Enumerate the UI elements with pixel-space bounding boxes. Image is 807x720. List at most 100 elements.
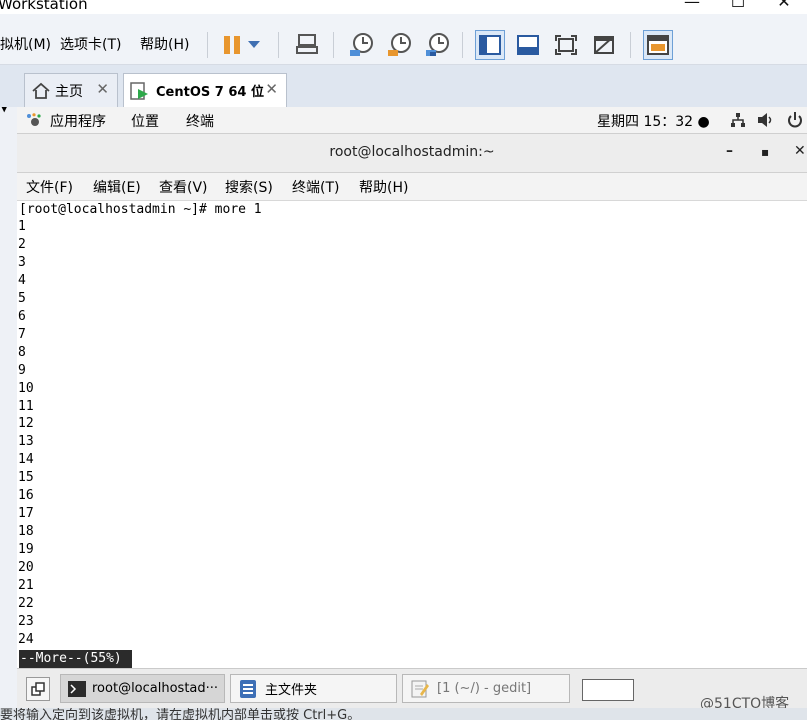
output-line: 24 — [18, 631, 34, 647]
output-line: 1 — [18, 219, 26, 234]
console-view-button[interactable] — [643, 30, 673, 60]
menu-search[interactable]: 搜索(S) — [225, 177, 273, 197]
places-menu[interactable]: 位置 — [131, 111, 159, 131]
minimize-button[interactable]: — — [669, 0, 715, 14]
snapshot-take-button[interactable] — [346, 30, 376, 60]
shell-prompt: [root@localhostadmin ~]# more 1 — [19, 202, 262, 217]
output-line: 5 — [18, 290, 26, 306]
output-line: 3 — [18, 254, 26, 270]
close-button[interactable]: ✕ — [761, 0, 807, 14]
output-line: 21 — [18, 578, 34, 594]
output-line: 13 — [18, 434, 34, 450]
toolbar-divider — [333, 32, 334, 58]
volume-icon[interactable] — [757, 112, 775, 128]
power-icon[interactable] — [787, 111, 803, 129]
more-status-bar: --More--(55%) — [19, 650, 132, 668]
taskbar-label: 主文件夹 — [265, 683, 318, 698]
toolbar-divider — [462, 32, 463, 58]
menu-file[interactable]: 文件(F) — [26, 177, 73, 197]
tab-home[interactable]: 主页 ✕ — [24, 73, 118, 107]
show-library-button[interactable] — [475, 30, 505, 60]
taskbar-item-terminal[interactable]: root@localhostad··· — [60, 674, 225, 703]
output-line: 9 — [18, 362, 26, 378]
taskbar-item-home-folder[interactable]: 主文件夹 — [230, 674, 397, 703]
workspace-switcher[interactable] — [582, 679, 634, 701]
fullscreen-icon — [555, 35, 577, 55]
applications-menu[interactable]: 应用程序 — [50, 111, 106, 131]
pause-dropdown[interactable] — [244, 30, 264, 60]
menu-vm[interactable]: 虚拟机(M) — [0, 34, 51, 54]
close-icon[interactable]: ✕ — [265, 80, 278, 98]
menu-view[interactable]: 查看(V) — [159, 177, 208, 197]
tab-centos[interactable]: CentOS 7 64 位 ✕ — [123, 73, 287, 107]
output-line: 17 — [18, 506, 34, 522]
menu-edit[interactable]: 编辑(E) — [93, 177, 141, 197]
unity-button[interactable] — [589, 30, 619, 60]
file-manager-icon — [240, 679, 256, 698]
status-hint: 要将输入定向到该虚拟机，请在虚拟机内部单击或按 Ctrl+G。 — [0, 708, 361, 720]
vmware-title-bar: Workstation — ☐ ✕ — [0, 0, 807, 14]
toolbar-divider — [207, 32, 208, 58]
output-line: 12 — [18, 416, 34, 432]
maximize-button[interactable]: ☐ — [715, 0, 761, 14]
toolbar-divider — [630, 32, 631, 58]
vm-tab-strip: 主页 ✕ CentOS 7 64 位 ✕ — [0, 65, 807, 107]
output-line: 16 — [18, 488, 34, 504]
gnome-bottom-panel: root@localhostad··· 主文件夹 [1 (~/) - gedit… — [17, 668, 807, 709]
thumbnail-bar-button[interactable] — [513, 30, 543, 60]
tab-label: 主页 — [55, 83, 83, 100]
snapshot-clock-icon — [350, 33, 373, 56]
output-line: 4 — [18, 272, 26, 288]
minimize-button[interactable]: – — [726, 143, 733, 159]
menu-help[interactable]: 帮助(H) — [140, 34, 189, 54]
output-line: 15 — [18, 470, 34, 486]
unity-disabled-icon — [594, 36, 614, 54]
menu-tabs[interactable]: 选项卡(T) — [60, 34, 121, 54]
output-line: 8 — [18, 344, 26, 360]
taskbar-item-gedit[interactable]: [1 (~/) - gedit] — [402, 674, 570, 703]
menu-help[interactable]: 帮助(H) — [359, 177, 408, 197]
window-title: Workstation — [0, 0, 88, 13]
console-window-icon — [647, 35, 669, 55]
output-line: 14 — [18, 452, 34, 468]
gnome-top-bar: 应用程序 位置 终端 星期四 15：32 ● — [17, 107, 807, 134]
output-line: 10 — [18, 380, 34, 396]
menu-terminal[interactable]: 终端(T) — [292, 177, 339, 197]
output-line: 18 — [18, 524, 34, 540]
output-line: 11 — [18, 398, 34, 414]
close-icon[interactable]: ✕ — [96, 80, 109, 98]
send-ctrl-alt-del-button[interactable] — [292, 30, 322, 60]
vmware-toolbar: 虚拟机(M) 选项卡(T) 帮助(H) — [0, 14, 807, 65]
network-icon[interactable] — [730, 112, 746, 128]
snapshot-revert-button[interactable] — [384, 30, 414, 60]
home-icon — [32, 82, 50, 99]
chevron-down-icon — [248, 41, 260, 48]
window-controls: — ☐ ✕ — [669, 0, 807, 14]
terminal-output[interactable]: [root@localhostadmin ~]# more 1 12345678… — [17, 201, 807, 668]
output-lines: 1 2 3 4 5 6 7 8 9 10 11 12 13 14 15 16 17 18 19 20 21 22 23 24 — [18, 218, 34, 649]
sidebar-layout-icon — [479, 35, 501, 55]
snapshot-manager-icon — [426, 33, 449, 56]
output-line: 2 — [18, 236, 26, 252]
desktop-windows-icon — [31, 682, 45, 696]
terminal-icon — [68, 680, 86, 697]
terminal-titlebar: root@localhostadmin:~ – ▪ ✕ — [17, 134, 807, 173]
output-line: 19 — [18, 542, 34, 558]
output-line: 20 — [18, 560, 34, 576]
output-line: 23 — [18, 613, 34, 629]
vmware-status-bar: 要将输入定向到该虚拟机，请在虚拟机内部单击或按 Ctrl+G。 — [0, 708, 807, 720]
maximize-button[interactable]: ▪ — [761, 145, 769, 159]
output-line: 7 — [18, 326, 26, 342]
library-panel-edge[interactable]: ✕ ▼ — [0, 65, 18, 720]
vm-running-icon — [130, 81, 148, 100]
pause-button[interactable] — [217, 30, 247, 60]
taskbar-label: [1 (~/) - gedit] — [437, 681, 532, 696]
close-button[interactable]: ✕ — [794, 143, 806, 159]
terminal-app-menu[interactable]: 终端 — [186, 111, 214, 131]
taskbar-label: root@localhostad··· — [92, 681, 219, 696]
show-desktop-button[interactable] — [26, 677, 50, 701]
full-screen-button[interactable] — [551, 30, 581, 60]
snapshot-manager-button[interactable] — [422, 30, 452, 60]
clock[interactable]: 星期四 15：32 ● — [597, 111, 710, 131]
output-line: 22 — [18, 596, 34, 612]
